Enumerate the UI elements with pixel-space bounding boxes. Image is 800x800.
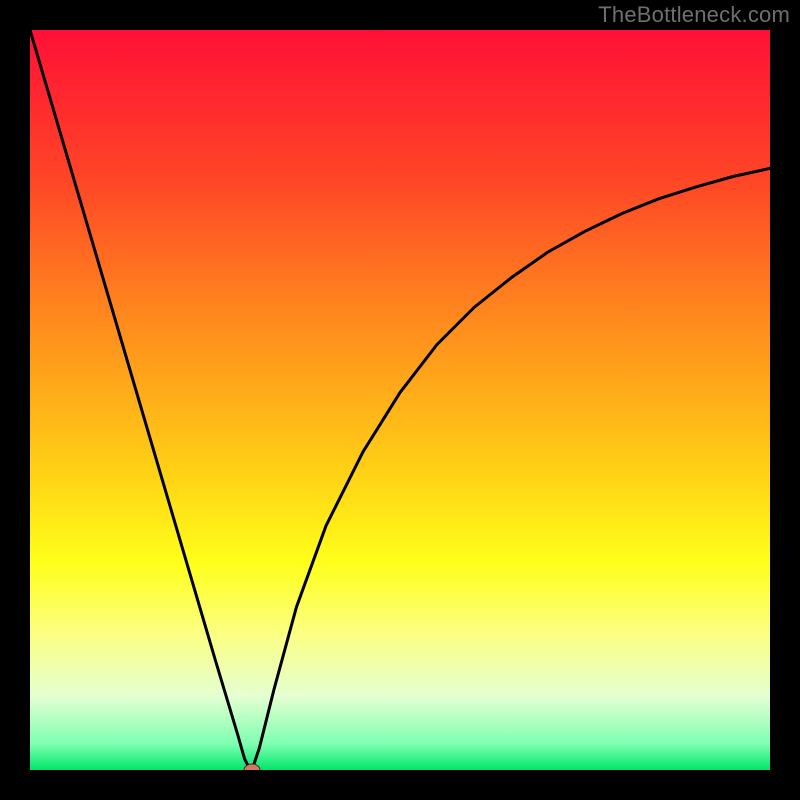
plot-area: [30, 30, 770, 770]
plot-svg: [30, 30, 770, 770]
chart-stage: TheBottleneck.com: [0, 0, 800, 800]
heat-background: [30, 30, 770, 770]
watermark-label: TheBottleneck.com: [598, 2, 790, 28]
